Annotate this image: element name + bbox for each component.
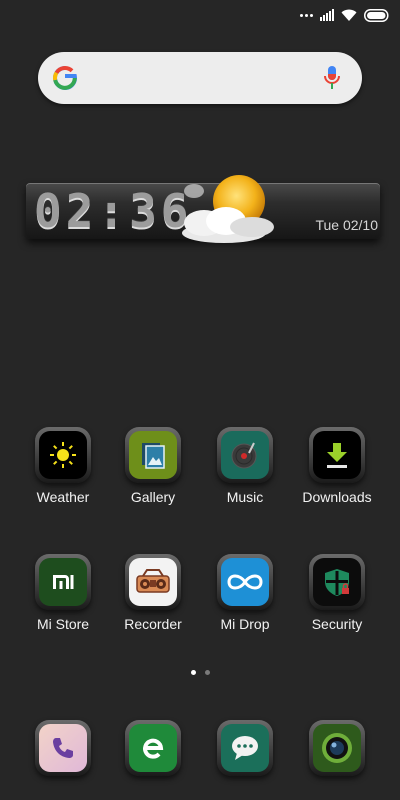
app-icon-frame	[309, 427, 365, 483]
phone-icon	[39, 724, 87, 772]
app-label: Music	[226, 489, 264, 505]
app-music[interactable]: Music	[200, 427, 290, 505]
more-dots-icon	[300, 7, 313, 23]
signal-icon	[320, 9, 334, 21]
app-icon-frame	[217, 427, 273, 483]
dock-messaging[interactable]	[200, 720, 290, 776]
app-icon-frame	[35, 427, 91, 483]
recorder-icon	[129, 558, 177, 606]
page-dot-2[interactable]	[204, 670, 210, 675]
app-downloads[interactable]: Downloads	[292, 427, 382, 505]
app-label: Weather	[36, 489, 90, 505]
gallery-icon	[129, 431, 177, 479]
camera-icon	[313, 724, 361, 772]
app-icon-frame	[35, 720, 91, 776]
app-label: Security	[311, 616, 363, 632]
page-indicator	[0, 670, 400, 675]
app-gallery[interactable]: Gallery	[108, 427, 198, 505]
app-icon-frame	[125, 720, 181, 776]
dock-phone[interactable]	[18, 720, 108, 776]
microphone-icon[interactable]	[322, 65, 342, 91]
app-recorder[interactable]: Recorder	[108, 554, 198, 632]
app-weather[interactable]: Weather	[18, 427, 108, 505]
google-logo-icon[interactable]	[52, 65, 78, 91]
clock-date: Tue 02/10	[315, 217, 378, 233]
messaging-icon	[221, 724, 269, 772]
app-icon-frame	[309, 554, 365, 610]
app-icon-frame	[217, 554, 273, 610]
sun-cloud-icon	[182, 175, 274, 243]
mi-store-icon	[39, 558, 87, 606]
app-icon-frame	[125, 554, 181, 610]
app-mi-drop[interactable]: Mi Drop	[200, 554, 290, 632]
app-security[interactable]: Security	[292, 554, 382, 632]
dock-browser[interactable]	[108, 720, 198, 776]
downloads-icon	[313, 431, 361, 479]
status-bar	[0, 0, 400, 30]
app-icon-frame	[35, 554, 91, 610]
browser-icon	[129, 724, 177, 772]
search-bar[interactable]	[38, 52, 362, 104]
app-label: Downloads	[302, 489, 372, 505]
dock-camera[interactable]	[292, 720, 382, 776]
app-icon-frame	[309, 720, 365, 776]
page-dot-1[interactable]	[190, 670, 196, 675]
battery-icon	[364, 8, 390, 22]
app-icon-frame	[125, 427, 181, 483]
mi-drop-icon	[221, 558, 269, 606]
music-icon	[221, 431, 269, 479]
app-label: Recorder	[124, 616, 182, 632]
app-label: Mi Drop	[220, 616, 270, 632]
clock-weather-widget[interactable]: 02:36 Tue 02/10	[26, 175, 380, 243]
app-icon-frame	[217, 720, 273, 776]
app-label: Gallery	[130, 489, 176, 505]
weather-icon	[39, 431, 87, 479]
security-icon	[313, 558, 361, 606]
app-mi-store[interactable]: Mi Store	[18, 554, 108, 632]
app-label: Mi Store	[36, 616, 90, 632]
wifi-icon	[341, 9, 357, 22]
